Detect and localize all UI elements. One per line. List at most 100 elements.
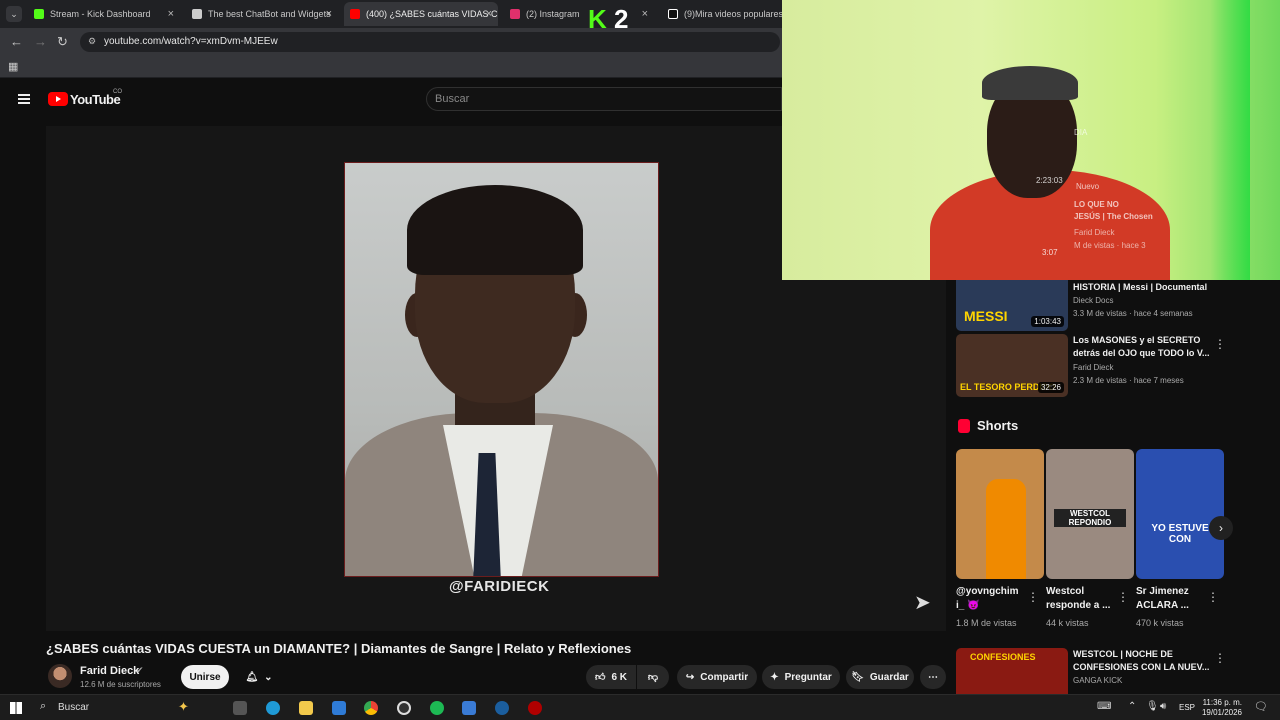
file-explorer-icon[interactable] — [299, 701, 313, 715]
join-button[interactable]: Unirse — [181, 665, 229, 689]
keyboard-icon[interactable]: ⌨ — [1097, 701, 1111, 712]
tab-youtube-active[interactable]: (400) ¿SABES cuántas VIDAS C × — [344, 2, 498, 26]
more-options-icon[interactable]: ⋮ — [1207, 590, 1219, 604]
shorts-heading: Shorts — [977, 418, 1019, 433]
save-button[interactable]: 🔖︎ Guardar — [846, 665, 914, 689]
clock-time: 11:36 p. m. — [1202, 698, 1242, 707]
shorts-next-button[interactable]: › — [1209, 516, 1233, 540]
related-video-title[interactable]: Los MASONES y el SECRETO detrás del OJO … — [1073, 334, 1211, 360]
close-tab-icon[interactable]: × — [168, 8, 174, 20]
youtube-icon — [350, 9, 360, 19]
short-views: 1.8 M de vistas — [956, 618, 1017, 628]
webcam-overlay-text: 3:07 — [1042, 248, 1058, 257]
share-button[interactable]: ↪ Compartir — [677, 665, 757, 689]
country-code: CO — [113, 89, 122, 95]
more-actions-button[interactable]: ⋯ — [920, 665, 946, 689]
tab-tiktok[interactable]: (9)Mira videos populares sel — [662, 2, 782, 26]
related-video-item[interactable]: CONFESIONES WESTCOL | NOCHE DE CONFESION… — [956, 648, 1266, 694]
thumbs-down-icon: 👎︎ — [647, 672, 659, 683]
thumbnail-text: CONFESIONES — [970, 652, 1036, 662]
dislike-button[interactable]: 👎︎ — [637, 665, 669, 689]
video-title: ¿SABES cuántas VIDAS CUESTA un DIAMANTE?… — [46, 641, 632, 656]
site-info-icon[interactable]: ⚙ — [88, 36, 96, 47]
task-view-icon[interactable] — [233, 701, 247, 715]
url-text: youtube.com/watch?v=xmDvm-MJEEw — [104, 36, 278, 47]
channel-name[interactable]: Farid Dieck — [80, 665, 139, 677]
forward-icon[interactable]: → — [34, 34, 47, 49]
taskbar-clock[interactable]: 11:36 p. m. 19/01/2026 — [1202, 698, 1242, 718]
taskbar-search-label[interactable]: Buscar — [58, 702, 89, 713]
verified-icon: ✔ — [136, 665, 144, 675]
record-app-icon[interactable] — [528, 701, 542, 715]
share-icon: ↪ — [685, 671, 695, 683]
duration-badge: 32:26 — [1037, 382, 1064, 393]
store-icon[interactable] — [462, 701, 476, 715]
more-options-icon[interactable]: ⋮ — [1214, 651, 1226, 665]
mail-icon[interactable] — [332, 701, 346, 715]
tab-label: Stream - Kick Dashboard — [50, 9, 151, 19]
tab-instagram[interactable]: (2) Instagram × — [504, 2, 654, 26]
more-options-icon[interactable]: ⋮ — [1214, 337, 1226, 351]
back-icon[interactable]: ← — [10, 34, 23, 49]
tab-list-dropdown[interactable]: ⌄ — [6, 6, 22, 22]
obs-icon[interactable] — [397, 701, 411, 715]
thumbnail-text: MESSI — [964, 308, 1008, 324]
youtube-logo-icon[interactable] — [48, 92, 68, 106]
channel-avatar[interactable] — [48, 664, 72, 688]
related-video-channel[interactable]: Dieck Docs — [1073, 296, 1113, 305]
short-views: 44 k vistas — [1046, 618, 1089, 628]
short-title[interactable]: Sr Jimenez ACLARA ... — [1136, 585, 1206, 613]
microphone-icon[interactable]: 🎙︎ — [1146, 701, 1159, 712]
video-thumbnail[interactable]: EL TESORO PERDIDO 32:26 — [956, 334, 1068, 397]
steam-icon[interactable] — [495, 701, 509, 715]
tab-kick-dashboard[interactable]: Stream - Kick Dashboard × — [28, 2, 180, 26]
more-options-icon[interactable]: ⋮ — [1117, 590, 1129, 604]
chevron-down-icon: ⌄ — [264, 671, 273, 683]
volume-icon[interactable]: 🔊︎ — [1160, 701, 1166, 712]
reload-icon[interactable]: ↻ — [57, 34, 68, 50]
notifications-button[interactable]: 🔔︎ ⌄ — [234, 665, 284, 689]
ask-button[interactable]: ✦ Preguntar — [762, 665, 840, 689]
url-field[interactable]: ⚙ youtube.com/watch?v=xmDvm-MJEEw — [80, 32, 780, 52]
related-video-meta: 2.3 M de vistas · hace 7 meses — [1073, 376, 1184, 385]
sparkle-icon: ✦ — [770, 671, 779, 683]
input-language[interactable]: ESP — [1179, 703, 1195, 712]
short-title[interactable]: @yovngchim i_ 😈 — [956, 585, 1026, 613]
related-video-title[interactable]: WESTCOL | NOCHE DE CONFESIONES CON LA NU… — [1073, 648, 1211, 674]
tab-label: (2) Instagram — [526, 9, 580, 19]
webcam-overlay-text: Farid Dieck — [1074, 228, 1115, 237]
close-tab-icon[interactable]: × — [326, 8, 332, 20]
chevron-up-icon[interactable]: ⌃ — [1128, 701, 1136, 712]
short-thumbnail[interactable] — [956, 449, 1044, 579]
share-label: Compartir — [700, 671, 749, 683]
short-overlay-text: YO ESTUVE CON — [1151, 523, 1209, 545]
chrome-icon[interactable] — [364, 701, 378, 715]
notifications-icon[interactable]: 🗨︎ — [1254, 700, 1268, 713]
windows-start-icon[interactable] — [10, 702, 22, 714]
video-thumbnail[interactable]: CONFESIONES — [956, 648, 1068, 694]
apps-grid-icon[interactable]: ▦ — [8, 60, 18, 73]
related-video-channel[interactable]: Farid Dieck — [1073, 363, 1113, 372]
cursor-icon: ➤ — [914, 592, 931, 614]
more-options-icon[interactable]: ⋮ — [1027, 590, 1039, 604]
related-video-item[interactable]: EL TESORO PERDIDO 32:26 Los MASONES y el… — [956, 334, 1266, 398]
like-count: 6 K — [611, 671, 627, 683]
thumbs-up-icon: 👍︎ — [594, 672, 606, 683]
streamer-cap — [982, 66, 1078, 100]
edge-icon[interactable] — [266, 701, 280, 715]
save-label: Guardar — [869, 671, 909, 683]
search-input[interactable]: Buscar — [426, 87, 782, 111]
instagram-icon — [510, 9, 520, 19]
short-thumbnail[interactable]: WESTCOL REPONDIO — [1046, 449, 1134, 579]
menu-icon[interactable] — [18, 94, 30, 104]
like-button[interactable]: 👍︎ 6 K — [586, 665, 636, 689]
short-title[interactable]: Westcol responde a ... — [1046, 585, 1116, 613]
subscriber-count: 12.6 M de suscriptores — [80, 680, 161, 689]
close-tab-icon[interactable]: × — [486, 8, 492, 20]
spotify-icon[interactable] — [430, 701, 444, 715]
short-thumbnail[interactable]: YO ESTUVE CON — [1136, 449, 1224, 579]
close-tab-icon[interactable]: × — [642, 8, 648, 20]
related-video-channel[interactable]: GANGA KICK — [1073, 676, 1122, 685]
short-views: 470 k vistas — [1136, 618, 1184, 628]
tab-chatbot[interactable]: The best ChatBot and Widgets × — [186, 2, 338, 26]
